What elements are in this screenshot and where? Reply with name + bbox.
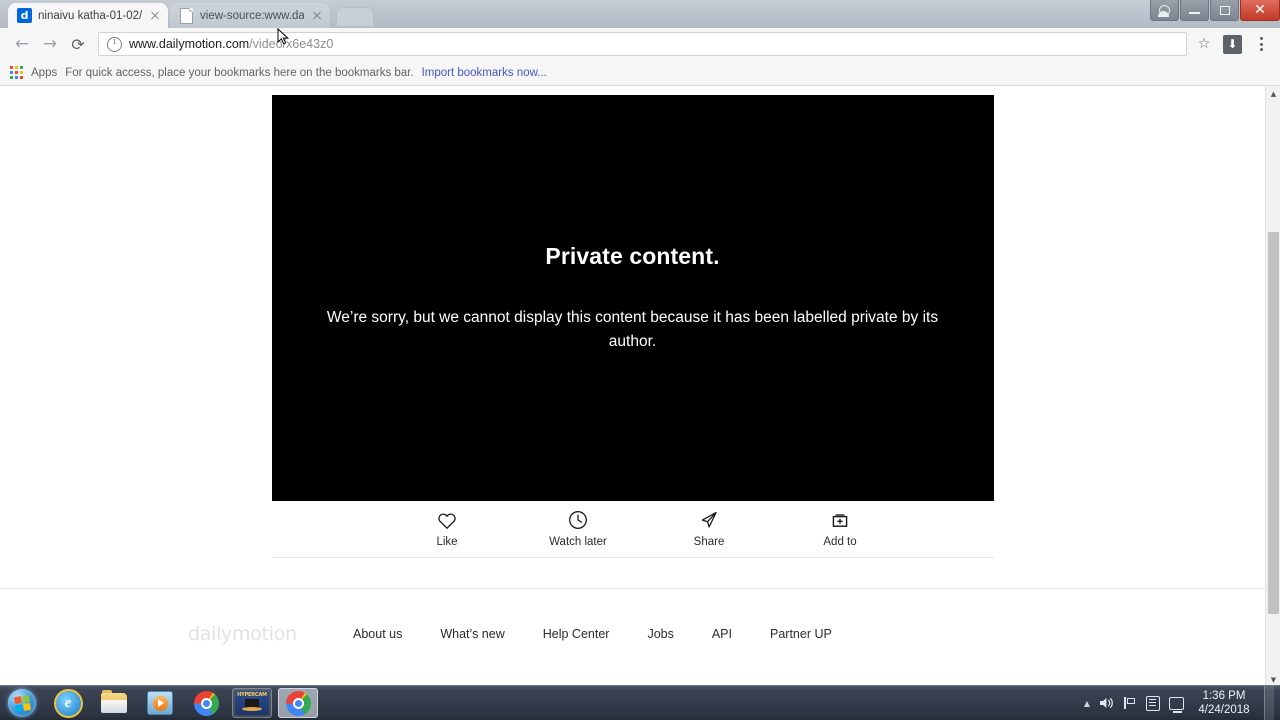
scrollbar-thumb[interactable] <box>1268 232 1279 614</box>
minimize-icon <box>1189 12 1200 14</box>
apps-grid-icon[interactable] <box>10 66 23 79</box>
page-viewport: Private content. We’re sorry, but we can… <box>0 86 1280 686</box>
taskbar-chrome-window[interactable] <box>278 688 318 718</box>
private-content-title: Private content. <box>545 242 720 269</box>
private-content-message: We’re sorry, but we cannot display this … <box>326 308 939 350</box>
reload-button[interactable]: ⟳ <box>64 30 92 58</box>
windows-taskbar: e HYPERCAM ▲ 1:36 PM 4/24/2018 <box>0 685 1280 720</box>
maximize-button[interactable] <box>1210 0 1239 21</box>
action-flag-icon[interactable] <box>1124 697 1137 709</box>
forward-button[interactable]: → <box>36 30 64 58</box>
dailymotion-page: Private content. We’re sorry, but we can… <box>0 86 1265 686</box>
chrome-icon <box>285 690 311 716</box>
url-text: www.dailymotion.com/video/x6e43z0 <box>129 37 333 51</box>
download-icon[interactable]: ⬇ <box>1223 34 1242 54</box>
video-player[interactable]: Private content. We’re sorry, but we can… <box>271 95 994 501</box>
apps-label[interactable]: Apps <box>31 67 57 79</box>
footer-link-about-us[interactable]: About us <box>353 627 402 641</box>
footer-link-whats-new[interactable]: What’s new <box>440 627 504 641</box>
add-to-button[interactable]: Add to <box>775 510 906 548</box>
folder-icon <box>101 690 127 713</box>
maximize-icon <box>1219 5 1230 15</box>
media-player-icon <box>147 691 173 715</box>
taskbar-hypercam[interactable]: HYPERCAM <box>232 688 272 718</box>
video-action-bar: Like Watch later Share Add to <box>271 501 994 558</box>
paper-plane-icon <box>699 510 719 530</box>
minimize-button[interactable] <box>1180 0 1209 21</box>
import-bookmarks-link[interactable]: Import bookmarks now... <box>422 67 547 79</box>
footer-link-api[interactable]: API <box>712 627 732 641</box>
video-container: Private content. We’re sorry, but we can… <box>271 95 994 501</box>
share-button[interactable]: Share <box>644 510 775 548</box>
like-button[interactable]: Like <box>382 510 513 548</box>
scroll-up-arrow[interactable]: ▲ <box>1266 86 1280 101</box>
new-tab-button[interactable] <box>336 7 374 27</box>
add-to-label: Add to <box>823 536 857 548</box>
action-center-icon[interactable] <box>1146 695 1160 711</box>
chrome-browser-window: d ninaivu katha-01-02/02 - view-source:w… <box>0 0 1280 686</box>
network-icon[interactable] <box>1169 696 1184 713</box>
bookmarks-hint: For quick access, place your bookmarks h… <box>65 66 414 79</box>
screen: d ninaivu katha-01-02/02 - view-source:w… <box>0 0 1280 720</box>
system-tray: ▲ 1:36 PM 4/24/2018 <box>1084 686 1280 720</box>
url-domain: www.dailymotion.com <box>129 37 250 51</box>
close-button[interactable]: ✕ <box>1240 0 1280 21</box>
back-button[interactable]: ← <box>8 30 36 58</box>
show-hidden-icons-button[interactable]: ▲ <box>1084 699 1090 708</box>
clock-icon <box>568 510 588 530</box>
ie-icon: e <box>53 688 83 718</box>
document-favicon <box>179 7 194 24</box>
taskbar-internet-explorer[interactable]: e <box>48 688 88 718</box>
user-account-button[interactable] <box>1150 0 1179 21</box>
tab-close-icon[interactable] <box>148 9 162 23</box>
scroll-down-arrow[interactable]: ▼ <box>1266 672 1280 686</box>
share-label: Share <box>693 536 725 548</box>
url-path: /video/x6e43z0 <box>249 37 334 51</box>
footer-link-jobs[interactable]: Jobs <box>647 627 673 641</box>
start-button[interactable] <box>2 687 42 719</box>
footer-link-partner-up[interactable]: Partner UP <box>770 627 832 641</box>
like-label: Like <box>436 536 458 548</box>
site-footer: dailymotion About us What’s new Help Cen… <box>0 589 1265 679</box>
browser-toolbar: ← → ⟳ www.dailymotion.com/video/x6e43z0 … <box>0 28 1280 60</box>
dailymotion-logo[interactable]: dailymotion <box>188 623 353 645</box>
tab-close-icon[interactable] <box>310 9 324 23</box>
taskbar-windows-explorer[interactable] <box>94 688 134 718</box>
download-arrow: ⬇ <box>1227 37 1238 51</box>
window-caption-buttons: ✕ <box>1149 0 1280 22</box>
user-icon <box>1158 4 1170 17</box>
page-scrollbar[interactable]: ▲ ▼ <box>1265 86 1280 686</box>
close-icon: ✕ <box>1254 2 1266 18</box>
tab-strip: d ninaivu katha-01-02/02 - view-source:w… <box>0 0 1280 28</box>
clock-date: 4/24/2018 <box>1198 704 1250 716</box>
address-bar[interactable]: www.dailymotion.com/video/x6e43z0 <box>98 32 1187 56</box>
watch-later-label: Watch later <box>549 536 607 548</box>
bookmarks-bar: Apps For quick access, place your bookma… <box>0 60 1280 86</box>
hypercam-icon: HYPERCAM <box>235 691 269 715</box>
windows-start-orb-icon <box>8 689 36 717</box>
tab-view-source[interactable]: view-source:www.dailym <box>170 3 330 28</box>
tab-title: ninaivu katha-01-02/02 - <box>38 9 142 22</box>
chrome-menu-icon[interactable] <box>1250 33 1272 55</box>
clock-time: 1:36 PM <box>1202 690 1246 702</box>
taskbar-windows-media-player[interactable] <box>140 688 180 718</box>
info-icon[interactable] <box>107 36 122 52</box>
watch-later-button[interactable]: Watch later <box>513 510 644 548</box>
show-desktop-button[interactable] <box>1264 686 1274 720</box>
tab-dailymotion[interactable]: d ninaivu katha-01-02/02 - <box>8 3 168 28</box>
footer-link-help-center[interactable]: Help Center <box>543 627 610 641</box>
bookmark-star-icon[interactable]: ☆ <box>1193 33 1215 55</box>
dailymotion-favicon: d <box>17 8 32 23</box>
add-to-playlist-icon <box>830 510 850 530</box>
taskbar-clock[interactable]: 1:36 PM 4/24/2018 <box>1193 689 1255 717</box>
speaker-icon[interactable] <box>1099 695 1115 711</box>
taskbar-google-chrome[interactable] <box>186 688 226 718</box>
heart-icon <box>437 510 457 530</box>
hypercam-label: HYPERCAM <box>237 692 267 698</box>
chrome-icon <box>193 690 219 716</box>
tab-title: view-source:www.dailym <box>200 9 304 22</box>
